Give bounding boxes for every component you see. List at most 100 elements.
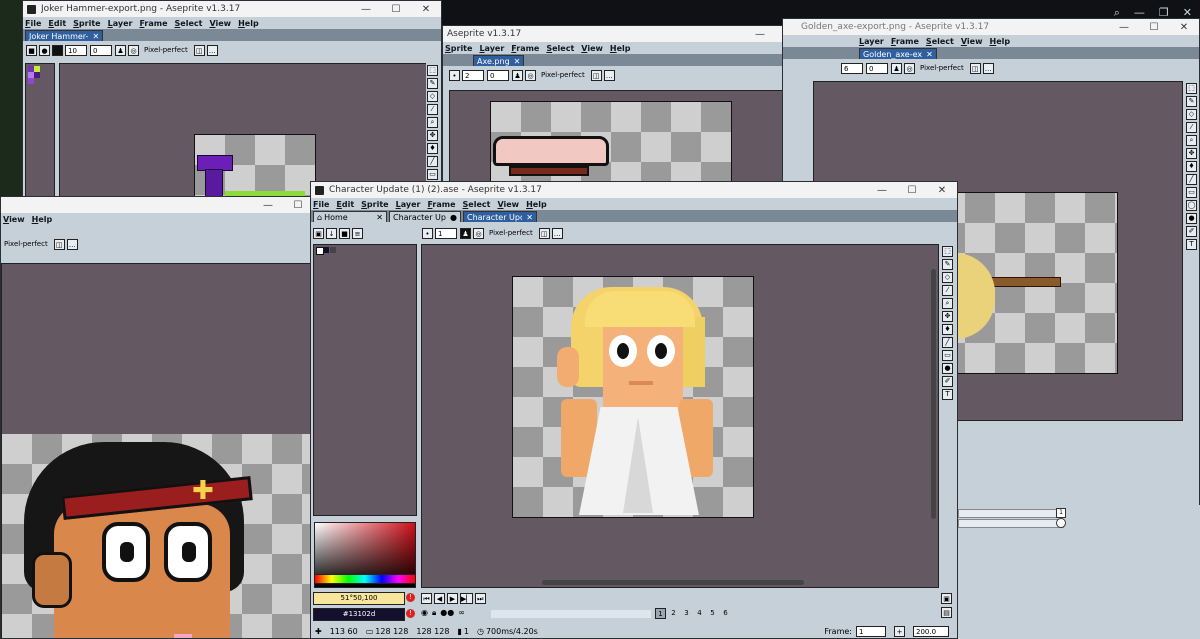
menu-select[interactable]: Select — [175, 19, 203, 28]
blend-icon[interactable]: ◎ — [128, 44, 139, 56]
menu-file[interactable]: File — [25, 19, 41, 28]
vertical-scrollbar[interactable] — [931, 269, 936, 519]
menu-help[interactable]: Help — [526, 200, 547, 209]
fg-warning-icon[interactable]: ! — [406, 593, 415, 602]
first-frame-icon[interactable]: ⏮ — [421, 593, 432, 604]
menu-help[interactable]: Help — [610, 44, 631, 53]
modified-dot-icon[interactable]: ● — [450, 213, 457, 222]
canvas-area[interactable]: ✚ — [1, 263, 313, 638]
brush-type-icon[interactable]: ■ — [26, 44, 37, 56]
maximize-icon[interactable]: ☐ — [897, 185, 927, 196]
more-icon[interactable]: … — [206, 44, 218, 56]
brush-size-field[interactable]: 1 — [435, 227, 457, 239]
palette-panel[interactable] — [313, 244, 417, 516]
menu-view[interactable]: View — [497, 200, 519, 209]
marquee-icon[interactable]: ⬚ — [427, 65, 438, 76]
brush-type-icon[interactable]: • — [422, 227, 433, 239]
tab-golden-axe[interactable]: Golden_axe-ex ✕ — [859, 48, 937, 59]
blend-icon[interactable]: ◎ — [473, 227, 484, 239]
timeline-toggle-icon[interactable]: ▣ — [941, 593, 952, 604]
menu-view[interactable]: View — [3, 215, 25, 224]
brush-shape-icon[interactable] — [52, 44, 63, 56]
close-icon[interactable]: ✕ — [92, 32, 99, 41]
blur-icon[interactable]: ● — [1186, 213, 1197, 224]
eraser-icon[interactable]: ◇ — [942, 272, 953, 283]
frame-field[interactable]: 1 — [856, 625, 886, 637]
minimize-icon[interactable]: — — [867, 185, 897, 196]
tab-character-update-1[interactable]: Character Upd ● — [389, 211, 461, 222]
bg-warning-icon[interactable]: ! — [406, 609, 415, 618]
text-tool-icon[interactable]: T — [942, 389, 953, 400]
ink-icon[interactable]: ♟ — [512, 69, 523, 81]
eyedropper-icon[interactable]: ⁄ — [942, 285, 953, 296]
play-icon[interactable]: ▶ — [447, 593, 458, 604]
ink-icon[interactable]: ♟ — [891, 62, 902, 74]
zoom-plus-icon[interactable]: + — [894, 625, 905, 637]
fill-icon[interactable]: ♦ — [942, 324, 953, 335]
zoom-icon[interactable]: ⌕ — [1186, 135, 1197, 146]
menu-frame[interactable]: Frame — [427, 200, 455, 209]
menu-help[interactable]: Help — [989, 37, 1010, 46]
rect-icon[interactable]: ▭ — [427, 169, 438, 180]
canvas-area[interactable] — [59, 63, 427, 199]
last-frame-icon[interactable]: ⏭ — [474, 593, 486, 604]
timeline-settings-icon[interactable]: ▤ — [941, 607, 952, 618]
line-icon[interactable]: ╱ — [427, 156, 438, 167]
pixel-perfect-toggle[interactable]: Pixel-perfect — [920, 64, 964, 72]
list-icon[interactable]: ≡ — [352, 227, 363, 239]
symmetry-icon[interactable]: ◫ — [538, 227, 550, 239]
square-icon[interactable]: ■ — [339, 227, 350, 239]
frame-2[interactable]: 2 — [668, 608, 679, 619]
tab-character-update-2[interactable]: Character Upd ✕ — [463, 211, 537, 222]
rect-icon[interactable]: ▭ — [942, 350, 953, 361]
link-icon[interactable]: ∞ — [458, 608, 465, 618]
eraser-icon[interactable]: ◇ — [1186, 109, 1197, 120]
eyedropper-icon[interactable]: ⁄ — [1186, 122, 1197, 133]
close-icon[interactable]: ✕ — [926, 50, 933, 59]
move-icon[interactable]: ✥ — [427, 130, 438, 141]
symmetry-icon[interactable]: ◫ — [53, 238, 65, 250]
foreground-color[interactable]: 51°50,100 — [313, 592, 405, 605]
lock-icon[interactable]: ▣ — [313, 227, 324, 239]
menu-frame[interactable]: Frame — [511, 44, 539, 53]
menu-layer[interactable]: Layer — [108, 19, 133, 28]
ellipse-icon[interactable]: ◯ — [1186, 200, 1197, 211]
menu-sprite[interactable]: Sprite — [361, 200, 388, 209]
minimize-icon[interactable]: — — [745, 29, 775, 40]
sprite-canvas[interactable] — [512, 276, 754, 518]
sprite-canvas[interactable] — [934, 192, 1118, 374]
marquee-icon[interactable]: ⬚ — [942, 246, 953, 257]
eraser-icon[interactable]: ◇ — [427, 91, 438, 102]
menu-help[interactable]: Help — [238, 19, 259, 28]
menu-select[interactable]: Select — [463, 200, 491, 209]
brush-size-field[interactable]: 2 — [462, 69, 484, 81]
window-axe[interactable]: Aseprite v1.3.17 —☐✕ Sprite Layer Frame … — [442, 25, 836, 195]
pencil-icon[interactable]: ✎ — [427, 78, 438, 89]
more-icon[interactable]: … — [982, 62, 994, 74]
menu-edit[interactable]: Edit — [336, 200, 354, 209]
maximize-icon[interactable]: ☐ — [1139, 22, 1169, 33]
prev-frame-icon[interactable]: ◀ — [434, 593, 445, 604]
background-color[interactable]: #13102d — [313, 608, 405, 621]
tab-joker-hammer[interactable]: Joker Hammer- ✕ — [25, 30, 104, 41]
titlebar[interactable]: Character Update (1) (2).ase - Aseprite … — [311, 182, 957, 198]
blur-icon[interactable]: ● — [942, 363, 953, 374]
brush-size-field[interactable]: 6 — [841, 62, 863, 74]
more-icon[interactable]: … — [603, 69, 615, 81]
minimize-icon[interactable]: — — [351, 4, 381, 15]
tab-axe[interactable]: Axe.png ✕ — [473, 55, 525, 66]
frame-4[interactable]: 4 — [694, 608, 705, 619]
menu-sprite[interactable]: Sprite — [445, 44, 472, 53]
menu-edit[interactable]: Edit — [48, 19, 66, 28]
pixel-perfect-toggle[interactable]: Pixel-perfect — [489, 229, 533, 237]
horizontal-scrollbar[interactable] — [542, 580, 804, 585]
tab-home[interactable]: ⌂ Home ✕ — [313, 211, 387, 222]
ink-icon[interactable]: ♟ — [460, 227, 471, 239]
close-icon[interactable]: ✕ — [376, 213, 383, 222]
close-icon[interactable]: ✕ — [514, 57, 521, 66]
frame-3[interactable]: 3 — [681, 608, 692, 619]
next-frame-icon[interactable]: ▶▏ — [460, 593, 473, 604]
frame-1[interactable]: 1 — [655, 608, 666, 619]
rect-icon[interactable]: ▭ — [1186, 187, 1197, 198]
menu-frame[interactable]: Frame — [891, 37, 919, 46]
